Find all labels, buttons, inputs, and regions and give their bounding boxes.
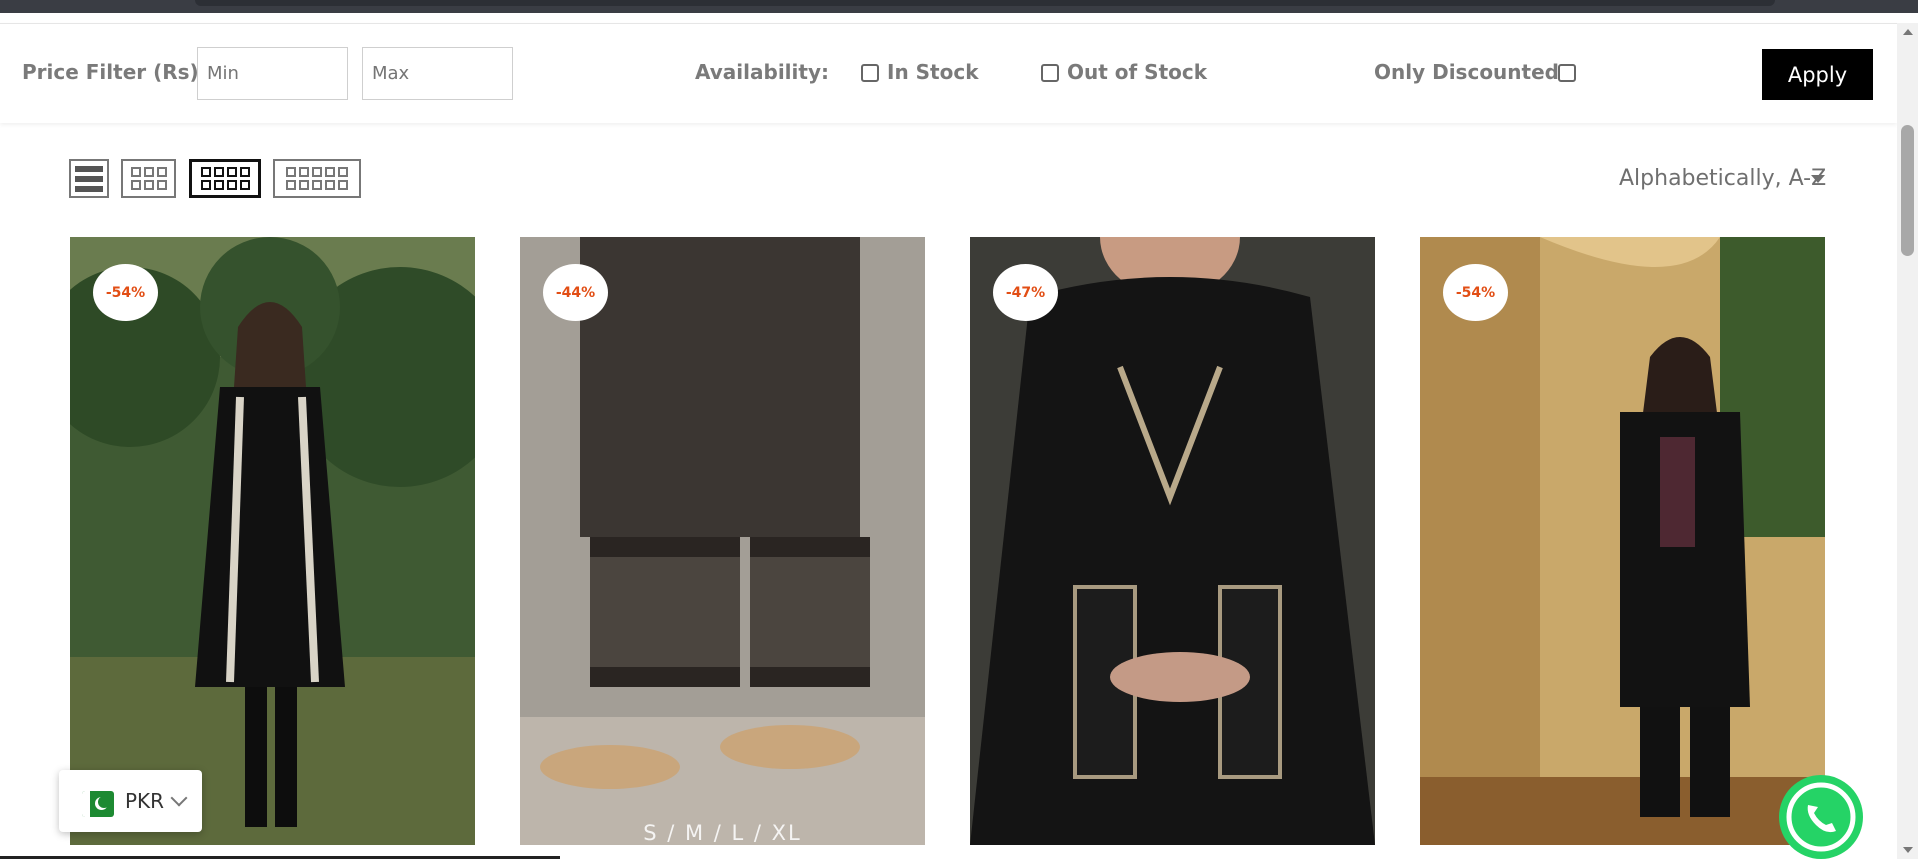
browser-top-strip: [0, 0, 1918, 13]
product-image[interactable]: [70, 237, 475, 845]
view-3col-button[interactable]: [121, 159, 176, 198]
discount-badge: -54%: [1443, 264, 1508, 321]
discount-badge: -44%: [543, 264, 608, 321]
product-image[interactable]: [1420, 237, 1825, 845]
price-max-input[interactable]: [362, 47, 513, 100]
discount-badge: -54%: [93, 264, 158, 321]
sort-caret-icon[interactable]: [1811, 175, 1825, 183]
product-card[interactable]: -47%: [970, 237, 1375, 845]
apply-filter-button[interactable]: Apply: [1762, 49, 1873, 100]
only-discounted-label: Only Discounted:: [1374, 60, 1567, 84]
scroll-up-icon[interactable]: [1903, 29, 1913, 35]
size-overlay-text: S / M / L / XL: [643, 821, 802, 845]
view-list-button[interactable]: [69, 159, 109, 198]
product-card[interactable]: -54%: [70, 237, 475, 845]
price-filter-label: Price Filter (Rs):: [22, 60, 207, 84]
view-4col-button[interactable]: [189, 159, 261, 198]
pakistan-flag-icon: [82, 791, 114, 817]
out-of-stock-checkbox[interactable]: [1041, 64, 1059, 82]
discount-badge: -47%: [993, 264, 1058, 321]
only-discounted-checkbox[interactable]: [1558, 64, 1576, 82]
chevron-down-icon: [170, 789, 188, 807]
list-view-icon: [75, 165, 103, 192]
product-image[interactable]: [520, 237, 925, 845]
filter-bar: Price Filter (Rs): Availability: In Stoc…: [0, 23, 1897, 123]
currency-selector[interactable]: PKR: [59, 770, 202, 832]
grid-3-icon: [130, 167, 167, 190]
view-5col-button[interactable]: [273, 159, 361, 198]
in-stock-checkbox[interactable]: [861, 64, 879, 82]
in-stock-label[interactable]: In Stock: [887, 60, 979, 84]
currency-code: PKR: [125, 789, 165, 813]
page-scrollbar[interactable]: [1897, 23, 1918, 859]
product-card[interactable]: -54%: [1420, 237, 1825, 845]
product-image[interactable]: [970, 237, 1375, 845]
scroll-down-icon[interactable]: [1903, 847, 1913, 853]
grid-4-icon: [200, 167, 250, 190]
whatsapp-chat-icon[interactable]: [1778, 775, 1892, 859]
scrollbar-thumb[interactable]: [1901, 125, 1914, 256]
grid-5-icon: [286, 167, 348, 190]
price-min-input[interactable]: [197, 47, 348, 100]
product-card[interactable]: -44% S / M / L / XL: [520, 237, 925, 845]
sort-dropdown[interactable]: Alphabetically, A-Z: [1619, 166, 1826, 191]
availability-label: Availability:: [695, 60, 829, 84]
out-of-stock-label[interactable]: Out of Stock: [1067, 60, 1207, 84]
